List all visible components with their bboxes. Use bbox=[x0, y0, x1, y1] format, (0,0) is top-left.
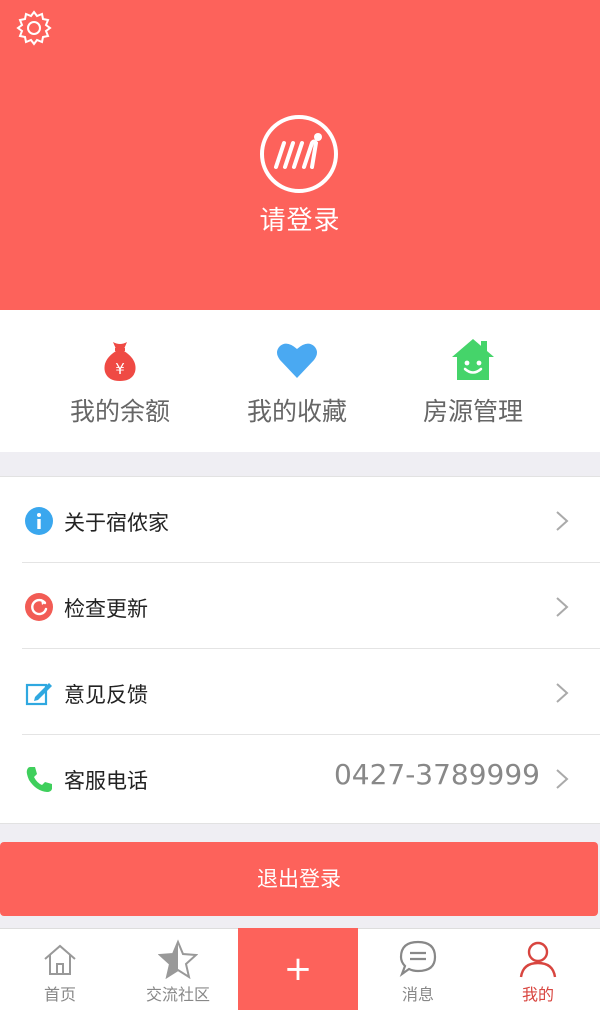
balance-label: 我的余额 bbox=[69, 397, 170, 426]
phone-icon bbox=[26, 767, 52, 792]
gear-icon[interactable] bbox=[14, 8, 54, 48]
menu-item-feedback[interactable]: 意见反馈 bbox=[0, 649, 600, 735]
heart-icon bbox=[277, 343, 317, 378]
chevron-right-icon bbox=[556, 769, 569, 789]
quick-actions: ¥ 我的余额 我的收藏 房源管理 bbox=[0, 310, 600, 452]
home-icon bbox=[44, 944, 76, 975]
favorites-button[interactable]: 我的收藏 bbox=[197, 310, 397, 452]
refresh-icon bbox=[25, 593, 53, 621]
menu-item-about[interactable]: 关于宿侬家 bbox=[0, 477, 600, 563]
menu-label: 意见反馈 bbox=[64, 683, 148, 707]
tab-community[interactable]: 交流社区 bbox=[118, 929, 238, 1010]
edit-icon bbox=[25, 683, 52, 706]
chevron-right-icon bbox=[556, 683, 569, 703]
tab-label: 交流社区 bbox=[145, 985, 210, 1004]
plus-icon: + bbox=[283, 949, 313, 989]
logout-button[interactable]: 退出登录 bbox=[0, 842, 598, 916]
property-management-button[interactable]: 房源管理 bbox=[373, 310, 573, 452]
menu-label: 客服电话 bbox=[64, 769, 148, 793]
bottom-tab-bar: 首页 交流社区 + 消息 我的 bbox=[0, 928, 600, 1010]
app-logo-icon[interactable] bbox=[258, 113, 340, 195]
menu-label: 检查更新 bbox=[64, 597, 148, 621]
login-prompt[interactable]: 请登录 bbox=[0, 200, 600, 237]
menu-item-check-update[interactable]: 检查更新 bbox=[0, 563, 600, 649]
menu-label: 关于宿侬家 bbox=[64, 511, 169, 535]
tab-label: 消息 bbox=[401, 985, 434, 1004]
tab-label: 首页 bbox=[43, 985, 76, 1004]
user-icon bbox=[519, 941, 557, 978]
money-bag-icon: ¥ bbox=[104, 342, 136, 381]
tab-messages[interactable]: 消息 bbox=[358, 929, 478, 1010]
chat-icon bbox=[399, 940, 437, 977]
tab-label: 我的 bbox=[521, 985, 554, 1004]
menu-item-customer-service[interactable]: 客服电话 0427-3789999 bbox=[0, 735, 600, 821]
house-icon bbox=[452, 339, 494, 380]
profile-header: 请登录 bbox=[0, 0, 600, 310]
tab-profile[interactable]: 我的 bbox=[478, 929, 598, 1010]
settings-menu: 关于宿侬家 检查更新 意见反馈 客服电话 0427-3789999 bbox=[0, 476, 600, 824]
chevron-right-icon bbox=[556, 597, 569, 617]
favorites-label: 我的收藏 bbox=[246, 397, 347, 426]
svg-text:¥: ¥ bbox=[115, 360, 125, 378]
phone-number[interactable]: 0427-3789999 bbox=[334, 758, 540, 791]
tab-home[interactable]: 首页 bbox=[0, 929, 120, 1010]
property-management-label: 房源管理 bbox=[422, 397, 523, 426]
balance-button[interactable]: ¥ 我的余额 bbox=[20, 310, 220, 452]
info-icon bbox=[25, 507, 53, 535]
add-button[interactable]: + bbox=[238, 928, 358, 1010]
chevron-right-icon bbox=[556, 511, 569, 531]
star-icon bbox=[158, 939, 198, 979]
